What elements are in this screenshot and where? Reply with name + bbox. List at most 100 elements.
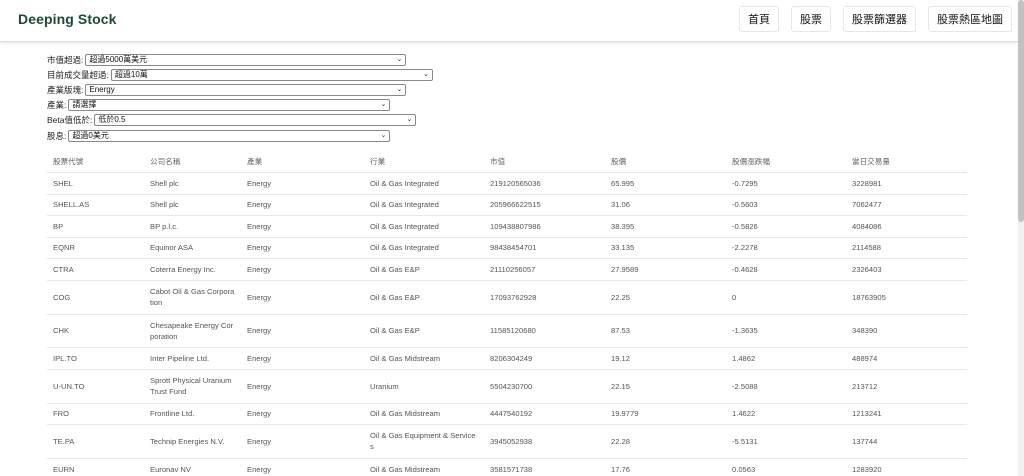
- company-cell: Technip Energies N.V.: [144, 424, 241, 459]
- sector-select[interactable]: Energy ⌄: [85, 83, 407, 96]
- price-cell: 33.135: [605, 237, 726, 259]
- volume-cell: 1213241: [846, 403, 967, 425]
- industry-cell: Oil & Gas Midstream: [364, 403, 484, 425]
- col-header-industry[interactable]: 行業: [364, 152, 484, 173]
- sector-cell: Energy: [241, 237, 364, 259]
- symbol-cell[interactable]: FRO: [47, 403, 144, 425]
- market-cap-cell: 3581571738: [484, 458, 605, 476]
- change-cell: -2.2278: [726, 237, 846, 259]
- table-row[interactable]: BP BP p.l.c. Energy Oil & Gas Integrated…: [47, 215, 967, 238]
- col-header-change[interactable]: 股價漲跌幅: [726, 152, 846, 173]
- industry-cell: Uranium: [364, 369, 484, 404]
- table-row[interactable]: FRO Frontline Ltd. Energy Oil & Gas Mids…: [47, 403, 967, 425]
- scrollbar-thumb[interactable]: [1018, 0, 1024, 222]
- symbol-cell[interactable]: U-UN.TO: [47, 369, 144, 404]
- col-header-symbol[interactable]: 股票代號: [47, 152, 144, 173]
- volume-cell: 4084086: [846, 215, 967, 238]
- market-cap-cell: 17093762928: [484, 280, 605, 315]
- market-cap-cell: 3945052938: [484, 424, 605, 459]
- market-cap-cell: 5504230700: [484, 369, 605, 404]
- sector-cell: Energy: [241, 194, 364, 216]
- symbol-cell[interactable]: BP: [47, 215, 144, 238]
- industry-cell: Oil & Gas Integrated: [364, 172, 484, 195]
- industry-cell: Oil & Gas Integrated: [364, 194, 484, 216]
- sector-cell: Energy: [241, 347, 364, 370]
- table-row[interactable]: SHELL.AS Shell plc Energy Oil & Gas Inte…: [47, 194, 967, 216]
- nav-home[interactable]: 首頁: [739, 6, 779, 32]
- change-cell: -0.5603: [726, 194, 846, 216]
- change-cell: -2.5088: [726, 369, 846, 404]
- symbol-cell[interactable]: SHELL.AS: [47, 194, 144, 216]
- market-cap-cell: 219120565036: [484, 172, 605, 195]
- dividend-select[interactable]: 超過0美元 ⌄: [68, 129, 391, 142]
- filter-sector: 產業版塊: Energy ⌄: [47, 82, 433, 97]
- sector-cell: Energy: [241, 172, 364, 195]
- symbol-cell[interactable]: EURN: [47, 458, 144, 476]
- symbol-cell[interactable]: CTRA: [47, 258, 144, 281]
- market-cap-cell: 109438807986: [484, 215, 605, 238]
- table-row[interactable]: EQNR Equinor ASA Energy Oil & Gas Integr…: [47, 237, 967, 259]
- company-cell: BP p.l.c.: [144, 215, 241, 238]
- price-cell: 22.15: [605, 369, 726, 404]
- table-row[interactable]: SHEL Shell plc Energy Oil & Gas Integrat…: [47, 172, 967, 195]
- nav-stocks[interactable]: 股票: [791, 6, 831, 32]
- volume-select[interactable]: 超過10萬 ⌄: [110, 68, 433, 81]
- symbol-cell[interactable]: CHK: [47, 314, 144, 348]
- table-header-row: 股票代號 公司名稱 產業 行業 市值 股價 股價漲跌幅 當日交易量: [47, 152, 967, 173]
- select-value: 超過10萬: [114, 69, 148, 79]
- table-row[interactable]: U-UN.TO Sprott Physical Uranium Trust Fu…: [47, 369, 967, 404]
- volume-cell: 7062477: [846, 194, 967, 216]
- industry-cell: Oil & Gas Integrated: [364, 215, 484, 238]
- company-cell: Cabot Oil & Gas Corporation: [144, 280, 241, 315]
- volume-cell: 1283920: [846, 458, 967, 476]
- filter-beta: Beta值低於: 低於0.5 ⌄: [47, 113, 433, 128]
- brand-logo[interactable]: Deeping Stock: [18, 11, 117, 27]
- page-scrollbar[interactable]: [1018, 0, 1024, 476]
- table-row[interactable]: EURN Euronav NV Energy Oil & Gas Midstre…: [47, 458, 967, 476]
- table-row[interactable]: CHK Chesapeake Energy Corporation Energy…: [47, 314, 967, 348]
- col-header-company[interactable]: 公司名稱: [144, 152, 241, 173]
- symbol-cell[interactable]: EQNR: [47, 237, 144, 259]
- industry-select[interactable]: 請選擇 ⌄: [68, 99, 391, 112]
- volume-cell: 2114588: [846, 237, 967, 259]
- industry-cell: Oil & Gas E&P: [364, 314, 484, 348]
- volume-cell: 2326403: [846, 258, 967, 281]
- nav-menu: 首頁 股票 股票篩選器 股票熱區地圖: [739, 6, 1012, 32]
- change-cell: -5.5131: [726, 424, 846, 459]
- market-cap-cell: 4447540192: [484, 403, 605, 425]
- market-cap-cell: 11585120680: [484, 314, 605, 348]
- col-header-market-cap[interactable]: 市值: [484, 152, 605, 173]
- filter-volume: 目前成交量超過: 超過10萬 ⌄: [47, 67, 433, 82]
- filter-label: 目前成交量超過:: [47, 69, 109, 80]
- volume-cell: 18763905: [846, 280, 967, 315]
- market-cap-select[interactable]: 超過5000萬美元 ⌄: [85, 53, 407, 66]
- symbol-cell[interactable]: TE.PA: [47, 424, 144, 459]
- sector-cell: Energy: [241, 369, 364, 404]
- change-cell: 1.4862: [726, 347, 846, 370]
- table-row[interactable]: IPL.TO Inter Pipeline Ltd. Energy Oil & …: [47, 347, 967, 370]
- industry-cell: Oil & Gas E&P: [364, 280, 484, 315]
- nav-stock-screener[interactable]: 股票篩選器: [843, 6, 916, 32]
- symbol-cell[interactable]: IPL.TO: [47, 347, 144, 370]
- change-cell: -1.3635: [726, 314, 846, 348]
- filter-industry: 產業: 請選擇 ⌄: [47, 98, 433, 113]
- beta-select[interactable]: 低於0.5 ⌄: [94, 114, 417, 127]
- company-cell: Frontline Ltd.: [144, 403, 241, 425]
- table-row[interactable]: CTRA Coterra Energy Inc. Energy Oil & Ga…: [47, 258, 967, 281]
- sector-cell: Energy: [241, 458, 364, 476]
- symbol-cell[interactable]: SHEL: [47, 172, 144, 195]
- change-cell: -0.4628: [726, 258, 846, 281]
- filter-label: 產業版塊:: [47, 84, 84, 95]
- volume-cell: 213712: [846, 369, 967, 404]
- volume-cell: 3228981: [846, 172, 967, 195]
- col-header-price[interactable]: 股價: [605, 152, 726, 173]
- table-row[interactable]: COG Cabot Oil & Gas Corporation Energy O…: [47, 280, 967, 315]
- sector-cell: Energy: [241, 258, 364, 281]
- col-header-sector[interactable]: 產業: [241, 152, 364, 173]
- price-cell: 65.995: [605, 172, 726, 195]
- symbol-cell[interactable]: COG: [47, 280, 144, 315]
- nav-stock-heatmap[interactable]: 股票熱區地圖: [928, 6, 1012, 32]
- table-row[interactable]: TE.PA Technip Energies N.V. Energy Oil &…: [47, 424, 967, 459]
- filter-panel: 市值超過: 超過5000萬美元 ⌄ 目前成交量超過: 超過10萬 ⌄ 產業版塊:…: [47, 52, 433, 143]
- col-header-volume[interactable]: 當日交易量: [846, 152, 967, 173]
